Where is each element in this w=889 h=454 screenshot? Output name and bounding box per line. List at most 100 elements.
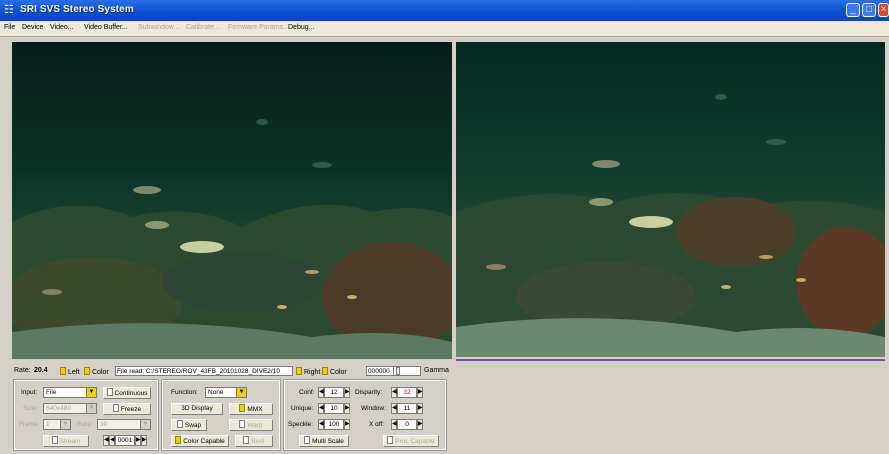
chevron-down-icon[interactable]: ▼ [140,420,150,429]
chevron-down-icon[interactable]: ▼ [60,420,70,429]
menu-device[interactable]: Device [22,24,43,31]
input-label: Input: [21,389,38,396]
warp-button[interactable]: Warp [229,419,273,431]
right-led-icon [296,367,302,375]
left-color-led-icon [84,367,90,375]
function-panel: Function: None ▼ 3D Display MMX Swap Warp… [161,379,281,451]
right-indicator: Right [296,367,320,376]
gamma-slider-thumb[interactable] [396,367,400,375]
input-select[interactable]: File ▼ [43,387,97,398]
disparity-spinner: ◀ 32 ▶ [391,387,423,398]
input-rate-select-value: 30 [100,421,108,428]
chevron-down-icon[interactable]: ▼ [86,388,96,397]
right-camera-view[interactable] [456,42,885,361]
close-icon[interactable]: × [878,3,889,17]
input-panel: Input: File ▼ Continuous Size: 640x480 ▼ F… [13,379,159,451]
minimize-icon[interactable]: _ [846,3,860,17]
menu-bar: File Device Video... Video Buffer... Sub… [0,21,889,37]
function-select[interactable]: None ▼ [205,387,247,398]
disparity-label: Disparity: [355,389,383,396]
3d-display-button[interactable]: 3D Display [171,403,223,415]
continuous-button[interactable]: Continuous [103,387,151,399]
window-label: Window: [361,405,386,412]
swap-button[interactable]: Swap [171,419,207,431]
swap-label: Swap [184,422,202,429]
left-color-indicator: Color [84,367,109,376]
window-value[interactable]: 11 [397,403,417,414]
stream-checkbox[interactable] [51,436,58,444]
last-frame-icon[interactable]: ▶ [141,435,147,446]
mmx-checkbox[interactable] [239,404,246,412]
multi-scale-checkbox[interactable] [304,436,311,444]
conf-value[interactable]: 12 [324,387,344,398]
unique-spinner: ◀ 10 ▶ [318,403,350,414]
best-button[interactable]: Best [235,435,273,447]
menu-video-buffer[interactable]: Video Buffer... [84,24,128,31]
rate-value: 20.4 [34,367,48,374]
function-select-value: None [208,389,224,396]
function-label: Function: [171,389,198,396]
window-increase-icon[interactable]: ▶ [417,403,423,414]
frame-select-value: 1 [46,421,50,428]
speckle-increase-icon[interactable]: ▶ [344,419,350,430]
input-rate-label: Rate: [77,421,93,428]
xoff-label: X off: [369,421,385,428]
proc-capable-button[interactable]: Proc Capable [383,435,439,447]
stereo-params-panel: Conf: ◀ 12 ▶ Disparity: ◀ 32 ▶ Unique: ◀… [283,379,447,451]
color-capable-button[interactable]: Color Capable [171,435,229,447]
menu-debug[interactable]: Debug... [288,24,314,31]
color-capable-checkbox[interactable] [175,436,182,444]
chevron-down-icon[interactable]: ▼ [236,388,246,397]
best-checkbox[interactable] [243,436,250,444]
speckle-spinner: ◀ 100 ▶ [318,419,350,430]
window-title: SRI SVS Stereo System [20,4,134,15]
frame-select[interactable]: 1 ▼ [43,419,71,430]
multi-scale-label: Multi Scale [312,438,344,445]
proc-capable-checkbox[interactable] [387,436,394,444]
warp-label: Warp [247,422,263,429]
menu-firmware-params[interactable]: Firmware Params... [228,24,289,31]
speckle-value[interactable]: 100 [324,419,344,430]
stream-button[interactable]: Stream [43,435,89,447]
xoff-increase-icon[interactable]: ▶ [417,419,423,430]
right-color-led-icon [322,367,328,375]
xoff-value[interactable]: 0 [397,419,417,430]
maximize-icon[interactable]: □ [862,3,876,17]
continuous-checkbox[interactable] [106,388,113,396]
menu-subwindow[interactable]: Subwindow... [138,24,179,31]
size-label: Size: [23,405,38,412]
frame-counter[interactable]: 0001 [115,435,135,446]
multi-scale-button[interactable]: Multi Scale [299,435,349,447]
file-read-field: File read: C:/STEREO/ROV_43FB_20101028_D… [115,366,293,376]
swap-checkbox[interactable] [176,420,183,428]
color-hex-field[interactable]: 000000 [366,366,394,376]
stream-label: Stream [59,438,81,445]
status-bar: Rate: 20.4 Left Color File read: C:/STER… [0,365,889,377]
menu-video[interactable]: Video... [50,24,74,31]
conf-increase-icon[interactable]: ▶ [344,387,350,398]
unique-increase-icon[interactable]: ▶ [344,403,350,414]
disparity-increase-icon[interactable]: ▶ [417,387,423,398]
frame-navigator: ◀ ◀ 0001 ▶ ▶ [103,435,153,446]
gamma-slider[interactable] [393,366,421,376]
mmx-button[interactable]: MMX [229,403,273,415]
left-color-label: Color [92,369,109,376]
size-select[interactable]: 640x480 ▼ [43,403,97,414]
menu-file[interactable]: File [4,24,15,31]
title-bar[interactable]: ☷ SRI SVS Stereo System _ □ × [0,0,889,21]
disparity-value[interactable]: 32 [397,387,417,398]
warp-checkbox[interactable] [239,420,246,428]
conf-label: Conf: [299,389,315,396]
menu-calibrate[interactable]: Calibrate... [186,24,220,31]
chevron-down-icon[interactable]: ▼ [86,404,96,413]
left-camera-view[interactable] [12,42,452,359]
right-color-label: Color [330,369,347,376]
freeze-checkbox[interactable] [112,404,119,412]
speckle-label: Speckle: [288,421,313,428]
continuous-label: Continuous [114,390,148,397]
gamma-label: Gamma [424,367,449,374]
input-rate-select[interactable]: 30 ▼ [97,419,151,430]
freeze-button[interactable]: Freeze [103,403,151,415]
unique-value[interactable]: 10 [324,403,344,414]
size-select-value: 640x480 [46,405,71,412]
